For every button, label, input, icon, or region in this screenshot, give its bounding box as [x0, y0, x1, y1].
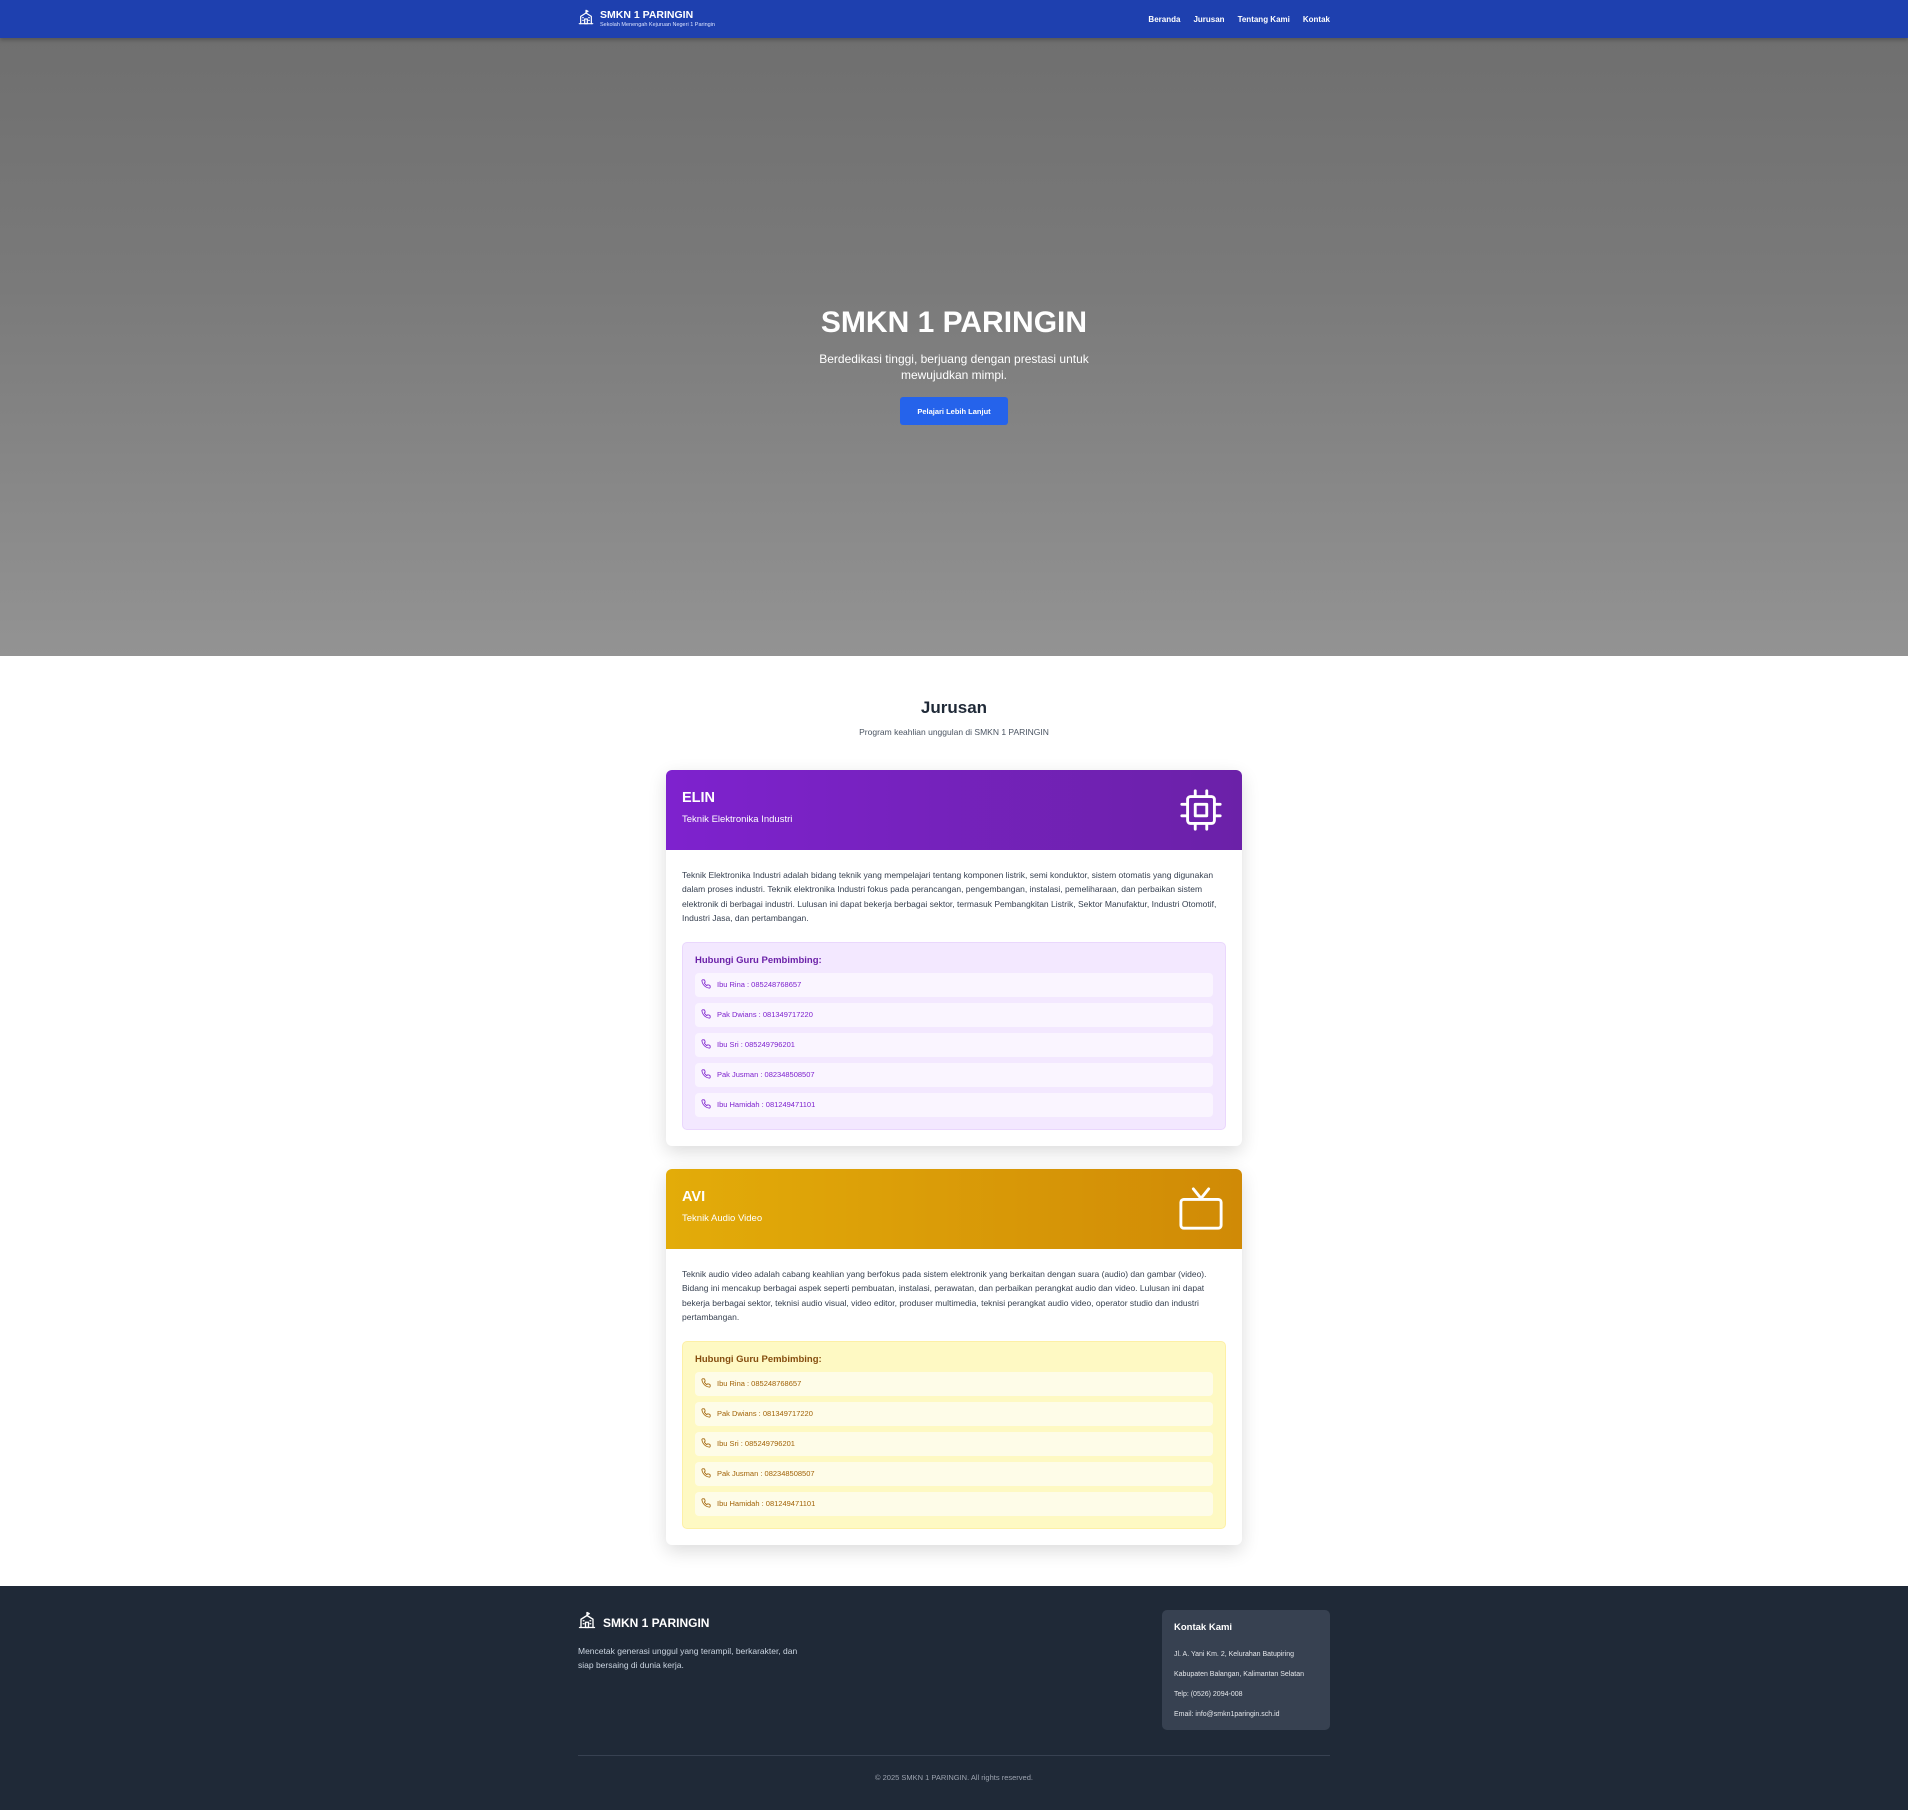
- card-header: ELIN Teknik Elektronika Industri: [666, 770, 1242, 850]
- contact-box: Hubungi Guru Pembimbing: Ibu Rina : 0852…: [682, 941, 1226, 1130]
- contact-item[interactable]: Ibu Rina : 085248768657: [695, 1371, 1213, 1396]
- contact-item[interactable]: Ibu Hamidah : 081249471101: [695, 1092, 1213, 1117]
- contact-item[interactable]: Ibu Sri : 085249796201: [695, 1431, 1213, 1456]
- footer-phone-line: Telp: (0526) 2094-008: [1174, 1691, 1243, 1698]
- card-description: Teknik audio video adalah cabang keahlia…: [682, 1269, 1207, 1323]
- card-header: AVI Teknik Audio Video: [666, 1169, 1242, 1249]
- footer-contact-box: Kontak Kami Jl. A. Yani Km. 2, Kelurahan…: [1162, 1610, 1330, 1730]
- contact-title: Hubungi Guru Pembimbing:: [695, 1353, 822, 1365]
- card-description: Teknik Elektronika Industri adalah bidan…: [682, 870, 1217, 924]
- phone-icon: [701, 1039, 711, 1051]
- contact-text: Pak Jusman : 082348508507: [717, 1070, 815, 1080]
- card-code: AVI: [682, 1189, 706, 1205]
- nav-link-tentang-kami[interactable]: Tentang Kami: [1238, 15, 1290, 24]
- contact-text: Ibu Rina : 085248768657: [717, 980, 802, 990]
- contact-title: Hubungi Guru Pembimbing:: [695, 954, 822, 966]
- footer-email-line: Email: info@smkn1paringin.sch.id: [1174, 1711, 1280, 1718]
- phone-icon: [701, 1378, 711, 1390]
- card-name: Teknik Elektronika Industri: [682, 814, 793, 825]
- top-navbar: SMKN 1 PARINGIN Sekolah Menengah Kejurua…: [0, 0, 1908, 38]
- card-name: Teknik Audio Video: [682, 1213, 763, 1224]
- phone-icon: [701, 1498, 711, 1510]
- nav-link-beranda[interactable]: Beranda: [1148, 15, 1180, 24]
- phone-icon: [701, 1069, 711, 1081]
- contact-item[interactable]: Pak Dwians : 081349717220: [695, 1401, 1213, 1426]
- contact-item[interactable]: Pak Dwians : 081349717220: [695, 1002, 1213, 1027]
- brand-subtitle: Sekolah Menengah Kejuruan Negeri 1 Parin…: [600, 21, 715, 28]
- phone-icon: [701, 979, 711, 991]
- brand-logo-link[interactable]: SMKN 1 PARINGIN Sekolah Menengah Kejurua…: [578, 9, 715, 30]
- jurusan-card-avi: AVI Teknik Audio Video Teknik audio vide…: [666, 1169, 1242, 1545]
- hero-subtitle: Berdedikasi tinggi, berjuang dengan pres…: [819, 352, 1089, 382]
- footer: SMKN 1 PARINGIN Mencetak generasi unggul…: [0, 1586, 1908, 1810]
- contact-text: Pak Dwians : 081349717220: [717, 1010, 813, 1020]
- contact-text: Ibu Sri : 085249796201: [717, 1439, 795, 1449]
- contact-box: Hubungi Guru Pembimbing: Ibu Rina : 0852…: [682, 1340, 1226, 1529]
- card-body: Teknik Elektronika Industri adalah bidan…: [666, 850, 1242, 1146]
- footer-address-line: Jl. A. Yani Km. 2, Kelurahan Batupiring: [1174, 1651, 1294, 1658]
- contact-text: Ibu Rina : 085248768657: [717, 1379, 802, 1389]
- contact-text: Ibu Hamidah : 081249471101: [717, 1499, 816, 1509]
- learn-more-button[interactable]: Pelajari Lebih Lanjut: [900, 397, 1008, 425]
- nav-link-jurusan[interactable]: Jurusan: [1193, 15, 1224, 24]
- navbar-container: SMKN 1 PARINGIN Sekolah Menengah Kejurua…: [578, 0, 1330, 38]
- nav-link-kontak[interactable]: Kontak: [1303, 15, 1330, 24]
- phone-icon: [701, 1099, 711, 1111]
- phone-icon: [701, 1438, 711, 1450]
- contact-item[interactable]: Pak Jusman : 082348508507: [695, 1461, 1213, 1486]
- nav-links: Beranda Jurusan Tentang Kami Kontak: [1148, 15, 1330, 24]
- footer-brand: SMKN 1 PARINGIN: [578, 1611, 709, 1634]
- footer-divider: [578, 1755, 1330, 1756]
- brand-title: SMKN 1 PARINGIN: [600, 9, 694, 21]
- contact-item[interactable]: Ibu Hamidah : 081249471101: [695, 1491, 1213, 1516]
- hero-title: SMKN 1 PARINGIN: [820, 306, 1088, 339]
- footer-description: Mencetak generasi unggul yang terampil, …: [578, 1646, 798, 1670]
- contact-item[interactable]: Pak Jusman : 082348508507: [695, 1062, 1213, 1087]
- jurusan-card-elin: ELIN Teknik Elektronika Industri Teknik …: [666, 770, 1242, 1146]
- contact-text: Ibu Sri : 085249796201: [717, 1040, 795, 1050]
- phone-icon: [701, 1009, 711, 1021]
- footer-region-line: Kabupaten Balangan, Kalimantan Selatan: [1174, 1671, 1304, 1678]
- footer-brand-title: SMKN 1 PARINGIN: [603, 1615, 710, 1630]
- card-body: Teknik audio video adalah cabang keahlia…: [666, 1249, 1242, 1545]
- hero-section: SMKN 1 PARINGIN Berdedikasi tinggi, berj…: [0, 38, 1908, 656]
- contact-item[interactable]: Ibu Sri : 085249796201: [695, 1032, 1213, 1057]
- phone-icon: [701, 1408, 711, 1420]
- footer-copyright: © 2025 SMKN 1 PARINGIN. All rights reser…: [875, 1773, 1033, 1782]
- contact-text: Pak Dwians : 081349717220: [717, 1409, 813, 1419]
- jurusan-subtitle: Program keahlian unggulan di SMKN 1 PARI…: [859, 727, 1049, 737]
- footer-contact-title: Kontak Kami: [1174, 1622, 1233, 1633]
- chip-icon: [1178, 787, 1224, 833]
- phone-icon: [701, 1468, 711, 1480]
- card-code: ELIN: [682, 790, 716, 806]
- tv-icon: [1178, 1186, 1224, 1232]
- school-icon: [578, 1611, 596, 1634]
- contact-text: Pak Jusman : 082348508507: [717, 1469, 815, 1479]
- contact-item[interactable]: Ibu Rina : 085248768657: [695, 972, 1213, 997]
- jurusan-title: Jurusan: [920, 698, 988, 717]
- school-icon: [578, 9, 594, 30]
- contact-text: Ibu Hamidah : 081249471101: [717, 1100, 816, 1110]
